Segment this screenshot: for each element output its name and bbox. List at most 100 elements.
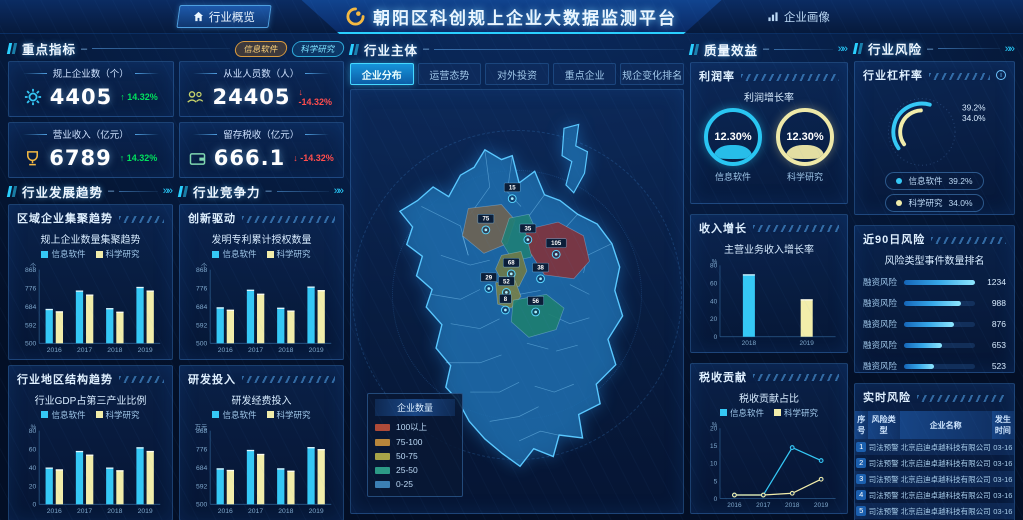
svg-text:500: 500 — [25, 341, 37, 348]
svg-text:2019: 2019 — [138, 508, 153, 515]
chart-title: 发明专利累计授权数量 — [180, 231, 343, 246]
table-row[interactable]: 4司法预警北京启迪卓越科技有限公司03-16 — [855, 487, 1014, 503]
title-banner: 朝阳区科创规上企业大数据监测平台 — [302, 0, 722, 34]
chart-legend: 信息软件 科学研究 — [9, 409, 172, 421]
svg-text:2017: 2017 — [756, 501, 771, 508]
panel-tax-contribution: 税收贡献 税收贡献占比 信息软件 科学研究 05101520%201620172… — [690, 363, 848, 515]
risk90-row: 融资风险876 — [855, 318, 1014, 330]
svg-text:500: 500 — [196, 341, 208, 348]
svg-text:10: 10 — [710, 460, 718, 467]
svg-text:5: 5 — [714, 478, 718, 485]
more-arrow[interactable]: »» — [163, 185, 173, 197]
panel-risk90: 近90日风险 风险类型事件数量排名 融资风险1234融资风险988融资风险876… — [854, 225, 1015, 373]
svg-text:2019: 2019 — [309, 347, 324, 354]
kpi-title: 从业人员数（人） — [186, 66, 338, 80]
info-icon[interactable]: i — [996, 70, 1006, 80]
more-arrow[interactable]: »» — [1005, 43, 1015, 55]
subpanel-title: 收入增长 — [699, 220, 747, 236]
panel-region-structure: 行业地区结构趋势 行业GDP占第三产业比例 信息软件 科学研究 02040608… — [8, 365, 173, 520]
tab-key-enterprises[interactable]: 重点企业 — [553, 63, 617, 85]
nav-industry-overview-button[interactable]: 行业概览 — [176, 5, 271, 28]
svg-text:2018: 2018 — [107, 508, 122, 515]
svg-text:38: 38 — [538, 266, 545, 272]
svg-text:2016: 2016 — [727, 501, 742, 508]
map-legend-title: 企业数量 — [375, 399, 455, 416]
chart-title: 主营业务收入增长率 — [691, 241, 847, 256]
svg-text:776: 776 — [25, 286, 37, 293]
svg-text:776: 776 — [196, 446, 208, 453]
svg-text:%: % — [712, 259, 718, 265]
table-row[interactable]: 2司法预警北京启迪卓越科技有限公司03-16 — [855, 455, 1014, 471]
tab-operation-status[interactable]: 运营态势 — [418, 63, 482, 85]
tab-enterprise-distribution[interactable]: 企业分布 — [350, 63, 414, 85]
nav-left-label: 行业概览 — [209, 9, 255, 25]
filter-badge-research[interactable]: 科学研究 — [291, 41, 346, 57]
svg-text:40: 40 — [29, 465, 37, 472]
panel-region-agglomeration: 区域企业集聚趋势 规上企业数量集聚趋势 信息软件 科学研究 5005926847… — [8, 204, 173, 360]
filter-badge-software[interactable]: 信息软件 — [234, 41, 289, 57]
subpanel-title: 创新驱动 — [188, 210, 236, 226]
bar-chart-gdp: 020406080%2016201720182019 — [9, 421, 172, 520]
section-header-icon — [179, 186, 188, 197]
trophy-icon — [24, 150, 41, 167]
risk90-row: 融资风险988 — [855, 297, 1014, 309]
bar-chart-patent: 500592684776868个2016201720182019 — [180, 260, 343, 359]
svg-text:2019: 2019 — [309, 508, 324, 515]
svg-text:105: 105 — [552, 241, 563, 247]
svg-text:%: % — [712, 422, 718, 428]
risk90-row: 融资风险523 — [855, 360, 1014, 372]
gauge-label: 科学研究 — [787, 170, 823, 183]
svg-text:2019: 2019 — [799, 340, 814, 347]
svg-text:0: 0 — [714, 495, 718, 502]
line-chart-tax: 05101520%2016201720182019 — [691, 419, 847, 514]
legend-swatch — [375, 467, 390, 474]
section-industry-risk: 行业风险 – »» — [854, 39, 1015, 58]
more-arrow[interactable]: »» — [838, 43, 848, 55]
svg-text:2018: 2018 — [742, 340, 757, 347]
tab-outbound-investment[interactable]: 对外投资 — [485, 63, 549, 85]
svg-text:60: 60 — [29, 446, 37, 453]
gear-icon — [24, 88, 42, 106]
entity-tabs: 企业分布 运营态势 对外投资 重点企业 规企变化排名 — [350, 63, 684, 85]
kpi-card-enterprises: 规上企业数（个） 4405 ↑ 14.32% — [8, 61, 174, 117]
chart-legend: 信息软件 科学研究 — [180, 409, 343, 421]
svg-text:500: 500 — [196, 502, 208, 509]
bar-chart-income: 020406080%20182019 — [691, 256, 847, 352]
svg-text:2018: 2018 — [278, 508, 293, 515]
table-row[interactable]: 1司法预警北京启迪卓越科技有限公司03-16 — [855, 439, 1014, 455]
table-row[interactable]: 3司法预警北京启迪卓越科技有限公司03-16 — [855, 471, 1014, 487]
legend-swatch — [375, 439, 390, 446]
svg-text:2016: 2016 — [47, 508, 62, 515]
svg-text:68: 68 — [508, 261, 515, 267]
svg-text:2017: 2017 — [77, 347, 92, 354]
kpi-value: 24405 — [212, 85, 290, 109]
section-header-icon — [8, 43, 17, 54]
svg-text:2016: 2016 — [47, 347, 62, 354]
svg-text:39.2%: 39.2% — [962, 102, 986, 112]
table-row[interactable]: 5司法预警北京启迪卓越科技有限公司03-16 — [855, 503, 1014, 519]
subpanel-title: 实时风险 — [863, 389, 911, 405]
kpi-card-employees: 从业人员数（人） 24405 ↓ -14.32% — [179, 61, 345, 117]
svg-text:52: 52 — [503, 280, 510, 286]
section-title: 行业风险 — [868, 39, 922, 58]
panel-profit-rate: 利润率 利润增长率 12.30% 信息软件 12.30% 科学研究 — [690, 62, 848, 204]
tab-change-ranking[interactable]: 规企变化排名 — [620, 63, 684, 85]
wallet-icon — [189, 151, 206, 166]
svg-text:56: 56 — [533, 299, 540, 305]
svg-text:35: 35 — [525, 227, 532, 233]
nav-enterprise-profile-button[interactable]: 企业画像 — [750, 5, 846, 28]
people-icon — [186, 89, 205, 105]
more-arrow[interactable]: »» — [334, 185, 344, 197]
svg-text:29: 29 — [486, 276, 493, 282]
section-header-icon — [854, 43, 863, 54]
legend-pill-software: 信息软件39.2% — [885, 172, 983, 190]
section-industry-trend: 行业发展趋势 – »» — [8, 181, 173, 201]
legend-swatch — [375, 481, 390, 488]
kpi-card-revenue: 营业收入（亿元） 6789 ↑ 14.32% — [8, 122, 174, 178]
chart-title: 研发经费投入 — [180, 392, 343, 407]
svg-text:20: 20 — [29, 483, 37, 490]
svg-text:60: 60 — [710, 280, 718, 287]
top-header: 行业概览 朝阳区科创规上企业大数据监测平台 企业画像 — [0, 0, 1023, 34]
svg-text:2018: 2018 — [785, 501, 800, 508]
section-title: 行业发展趋势 — [22, 182, 103, 201]
